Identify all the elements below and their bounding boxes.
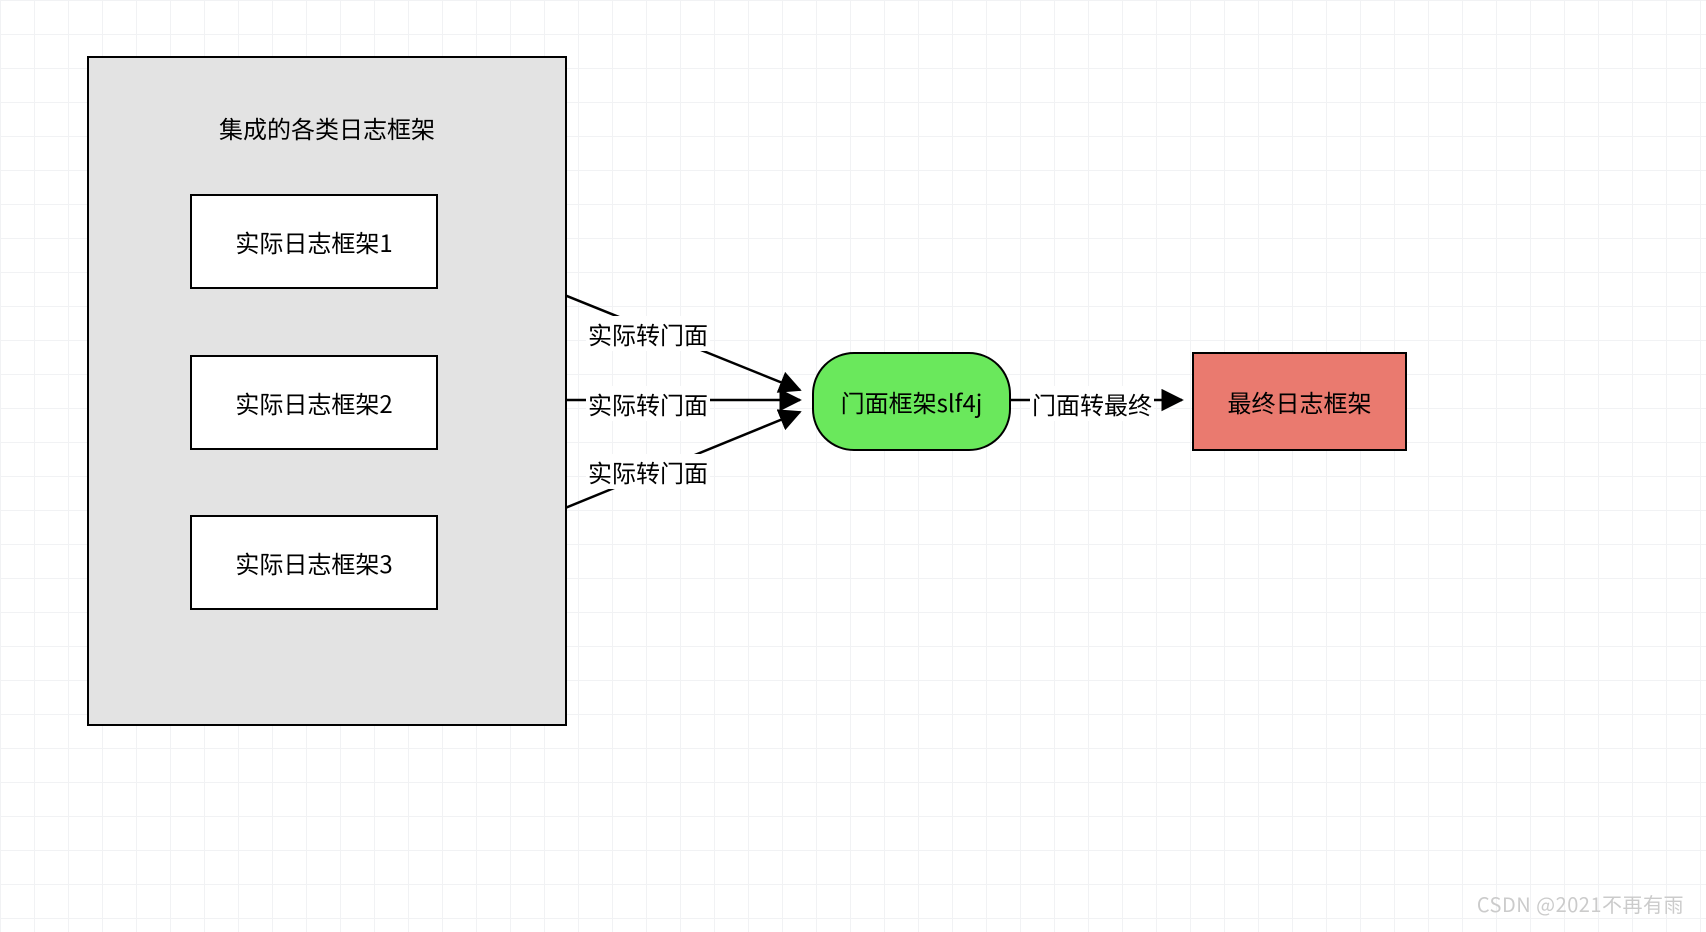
frame-title: 集成的各类日志框架 [89,110,565,145]
actual-framework-2: 实际日志框架2 [190,355,438,450]
actual-framework-1: 实际日志框架1 [190,194,438,289]
watermark: CSDN @2021不再有雨 [1477,889,1684,918]
edge-label-to-final: 门面转最终 [1030,386,1154,421]
edge-label-bridge2: 实际转门面 [586,386,710,421]
actual-framework-3: 实际日志框架3 [190,515,438,610]
diagram-canvas: 集成的各类日志框架 实际日志框架1 实际日志框架2 实际日志框架3 门面框架sl… [0,0,1706,932]
edge-label-bridge1: 实际转门面 [586,316,710,351]
facade-slf4j: 门面框架slf4j [812,352,1011,451]
final-framework: 最终日志框架 [1192,352,1407,451]
edge-label-bridge3: 实际转门面 [586,454,710,489]
